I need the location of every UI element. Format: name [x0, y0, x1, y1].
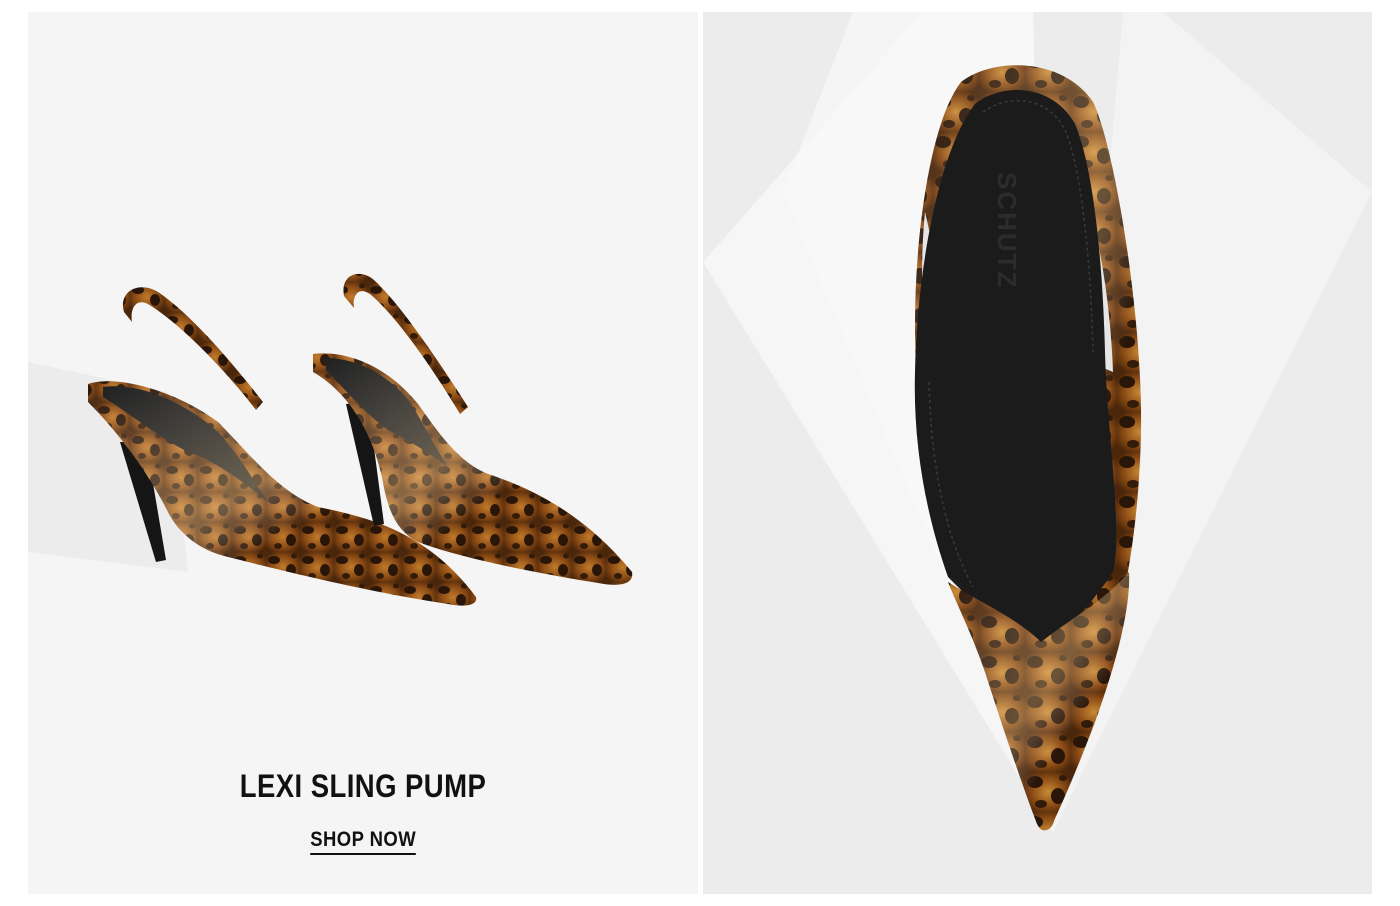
product-card-left: LEXI SLING PUMP SHOP NOW: [28, 12, 698, 894]
shop-now-wrapper: SHOP NOW: [28, 828, 698, 855]
product-card-right: SCHUTZ: [703, 12, 1372, 894]
two-pumps-image[interactable]: [28, 12, 698, 894]
product-title: LEXI SLING PUMP: [239, 768, 487, 804]
top-down-pump-image[interactable]: SCHUTZ: [703, 12, 1372, 894]
shop-now-link[interactable]: SHOP NOW: [310, 828, 416, 855]
insole-brand-text: SCHUTZ: [992, 172, 1022, 289]
